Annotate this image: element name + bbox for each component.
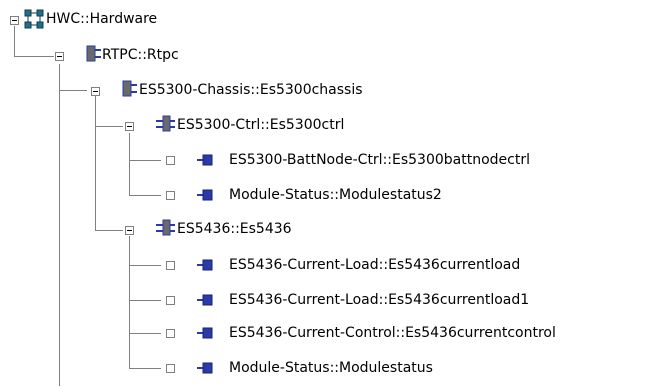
node-label: ES5436-Current-Load::Es5436currentload [229,257,521,273]
leaf-module-icon [197,294,213,306]
node-label: HWC::Hardware [46,11,158,27]
tree-node-es5300-ctrl[interactable]: ES5300-Ctrl::Es5300ctrl [0,111,667,141]
leaf-box [166,156,175,165]
tree-node-module-status2[interactable]: Module-Status::Modulestatus2 [0,180,667,210]
leaf-module-icon [197,259,213,271]
collapse-toggle[interactable] [125,226,134,235]
tree-node-es5436-current-load[interactable]: ES5436-Current-Load::Es5436currentload [0,250,667,280]
node-label: Module-Status::Modulestatus2 [229,187,442,203]
collapse-toggle[interactable] [91,87,100,96]
tree-node-module-status[interactable]: Module-Status::Modulestatus [0,353,667,383]
module-block-icon [122,80,137,97]
node-label: ES5436::Es5436 [177,221,292,237]
leaf-module-icon [197,154,213,166]
module-cross-icon [156,219,175,236]
module-cross-icon [156,115,175,132]
hardware-network-icon [24,9,44,29]
tree-node-es5436[interactable]: ES5436::Es5436 [0,215,667,245]
tree-node-es5436-current-control[interactable]: ES5436-Current-Control::Es5436currentcon… [0,318,667,348]
leaf-box [166,261,175,270]
tree-node-rtpc[interactable]: RTPC::Rtpc [0,40,667,70]
leaf-module-icon [197,327,213,339]
leaf-module-icon [197,362,213,374]
leaf-box [166,191,175,200]
leaf-box [166,329,175,338]
collapse-toggle[interactable] [10,16,19,25]
module-block-icon [86,45,101,62]
tree-node-es5436-current-load1[interactable]: ES5436-Current-Load::Es5436currentload1 [0,285,667,315]
hardware-tree-view: HWC::Hardware RTPC::Rtpc ES5300-Chassis:… [0,0,667,387]
node-label: ES5300-Chassis::Es5300chassis [139,82,363,98]
leaf-module-icon [197,189,213,201]
tree-node-es5300-chassis[interactable]: ES5300-Chassis::Es5300chassis [0,75,667,105]
collapse-toggle[interactable] [55,52,64,61]
node-label: ES5436-Current-Load::Es5436currentload1 [229,292,530,308]
node-label: ES5436-Current-Control::Es5436currentcon… [229,325,556,341]
tree-node-hardware[interactable]: HWC::Hardware [0,6,667,36]
leaf-box [166,296,175,305]
collapse-toggle[interactable] [125,122,134,131]
node-label: RTPC::Rtpc [102,47,179,63]
leaf-box [166,364,175,373]
node-label: ES5300-Ctrl::Es5300ctrl [177,117,345,133]
node-label: ES5300-BattNode-Ctrl::Es5300battnodectrl [229,152,530,168]
tree-node-es5300-battnode-ctrl[interactable]: ES5300-BattNode-Ctrl::Es5300battnodectrl [0,145,667,175]
node-label: Module-Status::Modulestatus [229,360,433,376]
